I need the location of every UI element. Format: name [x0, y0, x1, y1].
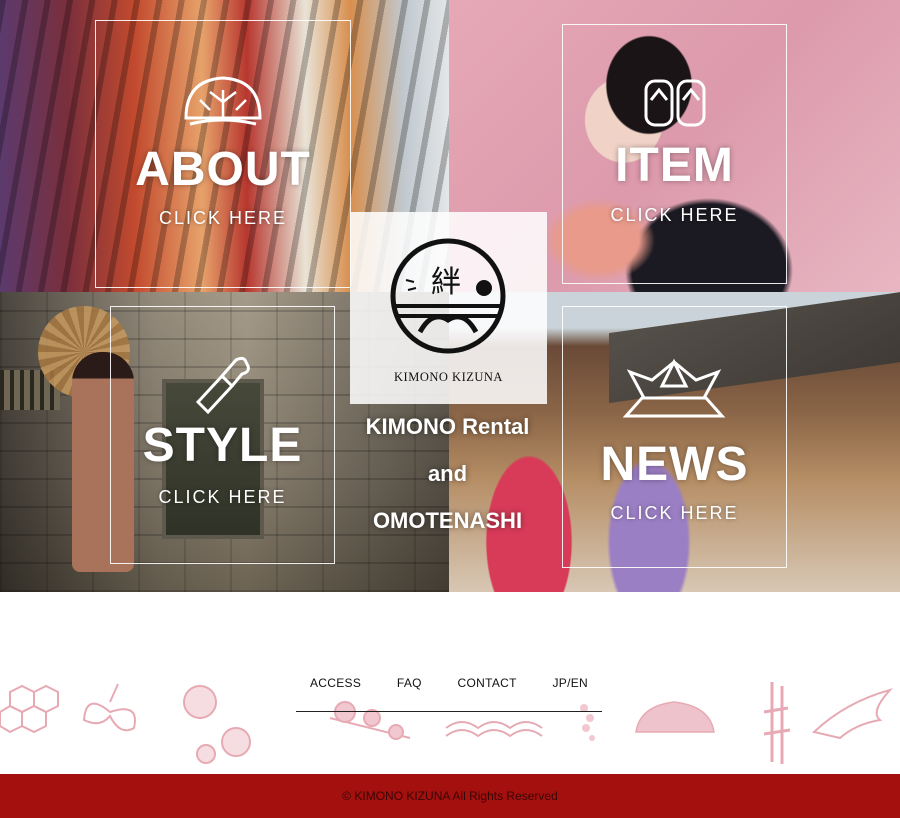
tagline-line-1: KIMONO Rental [365, 414, 530, 439]
bamboo-icon [763, 682, 791, 764]
footer-nav: ACCESS FAQ CONTACT JP/EN [296, 672, 602, 712]
hero-grid: ABOUT CLICK HERE ITEM CLICK HERE STYLE C… [0, 0, 900, 592]
nav-contact[interactable]: CONTACT [458, 672, 517, 711]
style-click-here[interactable]: CLICK HERE [110, 487, 335, 508]
item-title[interactable]: ITEM [562, 138, 787, 193]
copyright-text: © KIMONO KIZUNA All Rights Reserved [342, 789, 558, 803]
tagline-line-3: OMOTENASHI [372, 508, 523, 533]
logo-kanji: 絆 [431, 265, 461, 300]
brand-tagline: KIMONO Rental and OMOTENASHI [340, 403, 555, 544]
tagline-line-2: and [427, 461, 468, 486]
kabuto-helmet-icon [622, 358, 726, 418]
about-click-here[interactable]: CLICK HERE [95, 208, 351, 229]
style-title[interactable]: STYLE [110, 418, 335, 473]
item-click-here[interactable]: CLICK HERE [562, 205, 787, 226]
nav-faq[interactable]: FAQ [397, 672, 422, 711]
brand-logo-block[interactable]: 絆 KIMONO KIZUNA [350, 212, 547, 404]
nav-language[interactable]: JP/EN [552, 672, 588, 711]
pine-cloud-icon [635, 701, 715, 733]
geta-sandals-icon [644, 79, 706, 127]
about-title[interactable]: ABOUT [95, 142, 351, 197]
kizuna-logo-icon: 絆 [390, 238, 506, 354]
nav-access[interactable]: ACCESS [310, 672, 361, 711]
waves-icon [445, 721, 543, 738]
news-title[interactable]: NEWS [562, 437, 787, 492]
brand-name: KIMONO KIZUNA [394, 370, 503, 384]
crane-icon [811, 688, 894, 740]
butterfly-icon [82, 683, 136, 732]
page: ABOUT CLICK HERE ITEM CLICK HERE STYLE C… [0, 0, 900, 818]
makeup-brush-icon [195, 356, 250, 414]
news-click-here[interactable]: CLICK HERE [562, 503, 787, 524]
pine-tree-icon [184, 76, 262, 126]
hexagon-pattern-icon [0, 684, 59, 734]
plum-blossom-icon [183, 685, 251, 764]
footer-bar: © KIMONO KIZUNA All Rights Reserved [0, 774, 900, 818]
